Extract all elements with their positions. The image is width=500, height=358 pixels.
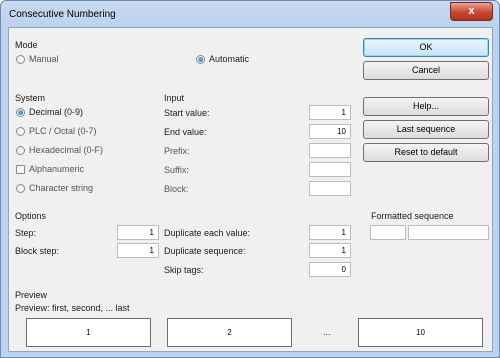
title-bar[interactable]: Consecutive Numbering x: [1, 1, 499, 27]
block-field[interactable]: [309, 181, 351, 196]
duplicate-each-value-field[interactable]: 1: [309, 225, 351, 240]
mode-manual-radio[interactable]: [16, 55, 25, 64]
mode-automatic-radio[interactable]: [196, 55, 205, 64]
skip-tags-field[interactable]: 0: [309, 262, 351, 277]
ok-button[interactable]: OK: [363, 38, 489, 57]
system-hexadecimal-label[interactable]: Hexadecimal (0-F): [29, 145, 103, 155]
mode-label: Mode: [15, 40, 38, 50]
system-alphanumeric-checkbox[interactable]: [16, 165, 25, 174]
formatted-sequence-label: Formatted sequence: [371, 211, 454, 221]
window-title: Consecutive Numbering: [9, 9, 116, 20]
suffix-field[interactable]: [309, 162, 351, 177]
end-value-label: End value:: [164, 127, 207, 137]
system-decimal-label[interactable]: Decimal (0-9): [29, 107, 83, 117]
dialog-window: Consecutive Numbering x Mode Manual Auto…: [0, 0, 500, 358]
options-label: Options: [15, 211, 47, 221]
preview-first-box: 1: [26, 318, 151, 347]
block-step-field[interactable]: 1: [117, 243, 159, 258]
help-button[interactable]: Help...: [363, 97, 489, 116]
end-value-field[interactable]: 10: [309, 124, 351, 139]
preview-caption: Preview: first, second, ... last: [15, 303, 130, 313]
reset-to-default-button[interactable]: Reset to default: [363, 143, 489, 162]
last-sequence-button[interactable]: Last sequence: [363, 120, 489, 139]
duplicate-sequence-label: Duplicate sequence:: [164, 246, 246, 256]
system-character-string-label[interactable]: Character string: [29, 183, 93, 193]
start-value-label: Start value:: [164, 108, 210, 118]
skip-tags-label: Skip tags:: [164, 265, 204, 275]
mode-manual-label[interactable]: Manual: [29, 54, 59, 64]
prefix-field[interactable]: [309, 143, 351, 158]
system-label: System: [15, 93, 46, 103]
preview-last-box: 10: [358, 318, 483, 347]
preview-second-box: 2: [167, 318, 292, 347]
close-icon[interactable]: x: [450, 2, 493, 21]
formatted-sequence-field-2: [408, 225, 489, 240]
system-alphanumeric-label[interactable]: Alphanumeric: [29, 164, 84, 174]
block-label: Block:: [164, 184, 189, 194]
preview-ellipsis: ...: [323, 327, 331, 337]
duplicate-sequence-field[interactable]: 1: [309, 243, 351, 258]
system-plc-octal-radio[interactable]: [16, 127, 25, 136]
system-character-string-radio[interactable]: [16, 184, 25, 193]
suffix-label: Suffix:: [164, 165, 189, 175]
cancel-button[interactable]: Cancel: [363, 61, 489, 80]
mode-automatic-label[interactable]: Automatic: [209, 54, 249, 64]
system-plc-octal-label[interactable]: PLC / Octal (0-7): [29, 126, 97, 136]
system-hexadecimal-radio[interactable]: [16, 146, 25, 155]
dialog-client-area: Mode Manual Automatic OK Cancel Help... …: [8, 27, 493, 352]
system-decimal-radio[interactable]: [16, 108, 25, 117]
start-value-field[interactable]: 1: [309, 105, 351, 120]
step-field[interactable]: 1: [117, 225, 159, 240]
step-label: Step:: [15, 228, 37, 238]
formatted-sequence-field-1: [370, 225, 406, 240]
input-label: Input: [164, 93, 185, 103]
duplicate-each-value-label: Duplicate each value:: [164, 228, 251, 238]
preview-label: Preview: [15, 290, 48, 300]
block-step-label: Block step:: [15, 246, 60, 256]
prefix-label: Prefix:: [164, 146, 190, 156]
